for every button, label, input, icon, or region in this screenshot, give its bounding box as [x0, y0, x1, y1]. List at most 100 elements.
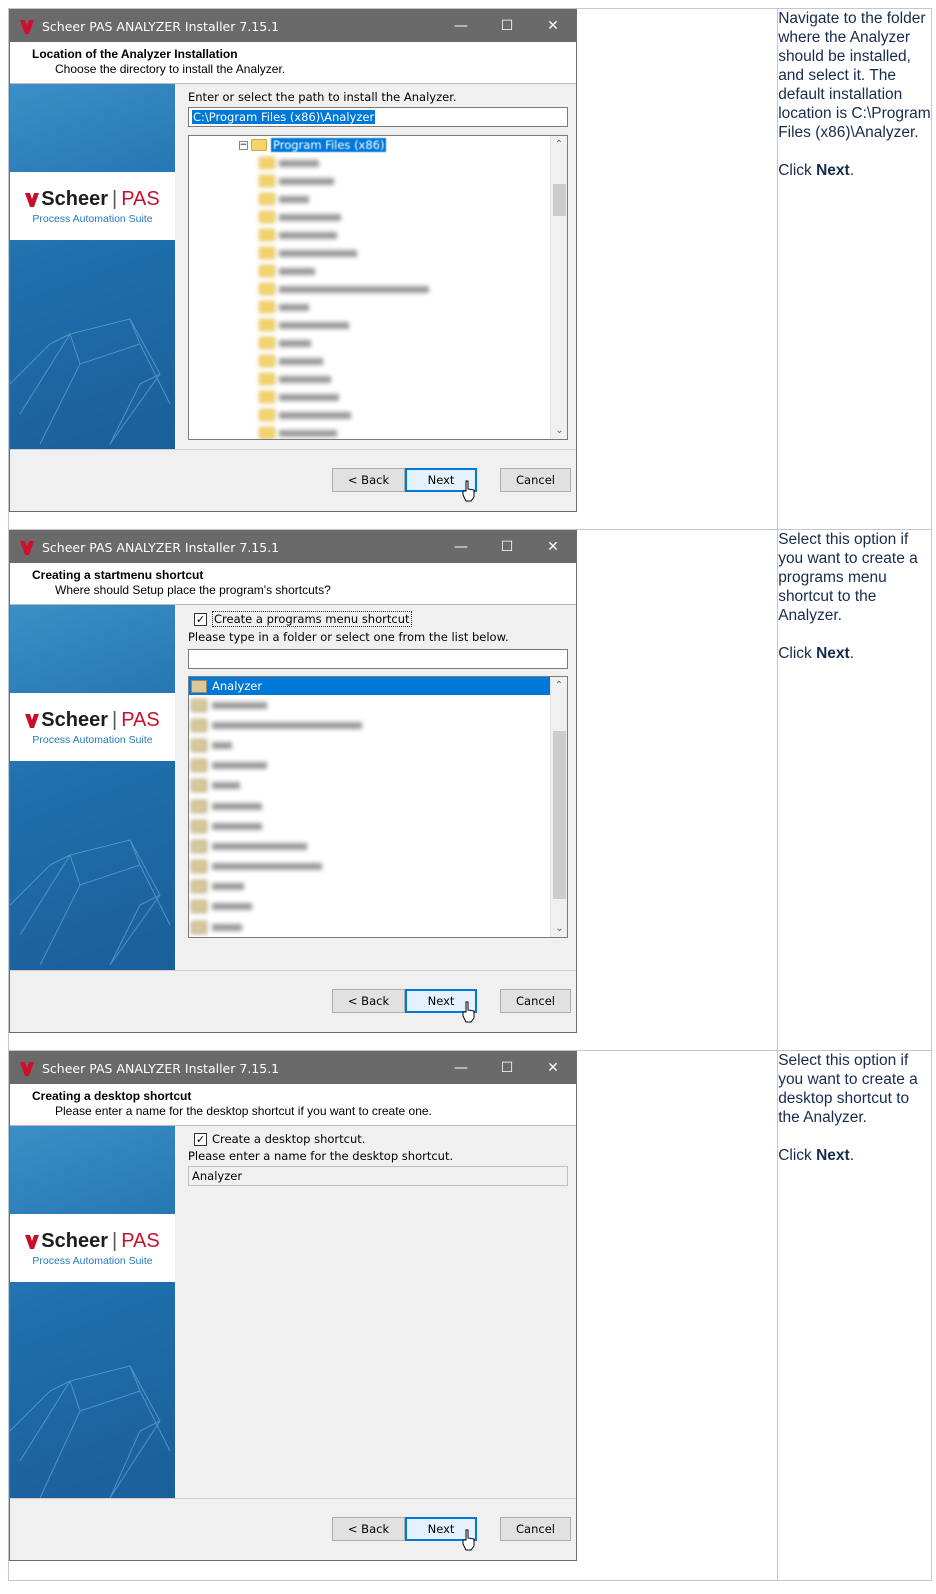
- tree-item-redacted[interactable]: [189, 370, 567, 388]
- scroll-up-icon[interactable]: ⌃: [551, 136, 567, 153]
- folder-input[interactable]: [188, 649, 568, 669]
- vertical-scrollbar[interactable]: ⌃ ⌄: [550, 677, 567, 937]
- tree-item-redacted[interactable]: [189, 226, 567, 244]
- installer-window: Scheer PAS ANALYZER Installer 7.15.1 — ☐…: [9, 9, 577, 512]
- list-item-selected[interactable]: Analyzer: [189, 677, 551, 695]
- body-area: Scheer | PAS Process Automation Suite En…: [10, 84, 576, 449]
- list-item-redacted[interactable]: [189, 735, 567, 755]
- vertical-scrollbar[interactable]: ⌃ ⌄: [550, 136, 567, 439]
- list-item-redacted[interactable]: [189, 917, 567, 937]
- tree-item-redacted[interactable]: [189, 406, 567, 424]
- brand-accent: PAS: [121, 187, 160, 210]
- redacted-bar: [212, 923, 242, 931]
- back-button[interactable]: < Back: [332, 989, 405, 1013]
- tree-item-redacted[interactable]: [189, 154, 567, 172]
- tree-item-redacted[interactable]: [189, 172, 567, 190]
- program-group-icon: [191, 759, 207, 773]
- scroll-down-icon[interactable]: ⌄: [551, 920, 567, 937]
- list-item-redacted[interactable]: [189, 695, 567, 715]
- desktop-shortcut-checkbox-label: Create a desktop shortcut.: [212, 1132, 366, 1146]
- list-item-redacted[interactable]: [189, 756, 567, 776]
- list-item-redacted[interactable]: [189, 897, 567, 917]
- redacted-bar: [279, 393, 339, 401]
- install-path-value: C:\Program Files (x86)\Analyzer: [192, 110, 376, 124]
- back-button[interactable]: < Back: [332, 468, 405, 492]
- redacted-bar: [212, 863, 322, 871]
- list-item-redacted[interactable]: [189, 877, 567, 897]
- programs-menu-checkbox-label: Create a programs menu shortcut: [212, 611, 412, 627]
- list-item-redacted[interactable]: [189, 715, 567, 735]
- tree-item-redacted[interactable]: [189, 424, 567, 439]
- redacted-bar: [279, 321, 349, 329]
- minimize-button[interactable]: —: [438, 531, 484, 563]
- folder-icon: [259, 283, 275, 295]
- scroll-down-icon[interactable]: ⌄: [551, 422, 567, 439]
- page-header: Creating a startmenu shortcut Where shou…: [10, 563, 576, 605]
- desktop-shortcut-checkbox[interactable]: ✓: [194, 1132, 207, 1146]
- close-button[interactable]: ✕: [530, 1052, 576, 1084]
- scheer-logo-icon: [25, 191, 40, 207]
- instruction-click: Click Next.: [778, 162, 854, 179]
- banner-graphic: [10, 839, 171, 966]
- folder-icon: [259, 427, 275, 439]
- scroll-up-icon[interactable]: ⌃: [551, 677, 567, 694]
- tree-item-redacted[interactable]: [189, 262, 567, 280]
- list-item-redacted[interactable]: [189, 857, 567, 877]
- tree-item-redacted[interactable]: [189, 190, 567, 208]
- redacted-bar: [279, 249, 357, 257]
- program-group-icon: [191, 819, 207, 833]
- tree-item-redacted[interactable]: [189, 352, 567, 370]
- program-group-icon: [191, 718, 207, 732]
- desktop-shortcut-checkbox-row[interactable]: ✓ Create a desktop shortcut.: [194, 1132, 572, 1146]
- scroll-thumb[interactable]: [553, 184, 566, 216]
- folder-list[interactable]: Analyzer ⌃ ⌄: [188, 676, 568, 938]
- step-row-3: Scheer PAS ANALYZER Installer 7.15.1 — ☐…: [7, 1050, 932, 1581]
- button-bar: < Back Next Cancel: [10, 1498, 576, 1560]
- minimize-button[interactable]: —: [438, 10, 484, 42]
- close-button[interactable]: ✕: [530, 531, 576, 563]
- minimize-button[interactable]: —: [438, 1052, 484, 1084]
- list-item-redacted[interactable]: [189, 776, 567, 796]
- list-item-redacted[interactable]: [189, 836, 567, 856]
- tree-item-redacted[interactable]: [189, 316, 567, 334]
- brand-logo: Scheer | PAS Process Automation Suite: [10, 172, 175, 240]
- redacted-bar: [212, 701, 267, 709]
- tree-item-redacted[interactable]: [189, 334, 567, 352]
- programs-menu-checkbox-row[interactable]: ✓ Create a programs menu shortcut: [194, 611, 572, 627]
- page-subtitle: Please enter a name for the desktop shor…: [55, 1104, 432, 1118]
- maximize-button[interactable]: ☐: [484, 10, 530, 42]
- redacted-bar: [279, 357, 323, 365]
- instruction-click: Click Next.: [778, 645, 854, 662]
- cancel-button[interactable]: Cancel: [500, 468, 571, 492]
- maximize-button[interactable]: ☐: [484, 531, 530, 563]
- install-path-input[interactable]: C:\Program Files (x86)\Analyzer: [188, 107, 568, 127]
- scroll-thumb[interactable]: [553, 731, 566, 899]
- content-pane: Enter or select the path to install the …: [175, 84, 576, 449]
- tree-root-row[interactable]: − Program Files (x86): [189, 136, 567, 154]
- back-button[interactable]: < Back: [332, 1517, 405, 1541]
- tree-item-redacted[interactable]: [189, 208, 567, 226]
- instruction-cell-2: Select this option if you want to create…: [777, 529, 932, 1051]
- programs-menu-checkbox[interactable]: ✓: [194, 612, 207, 626]
- cancel-button[interactable]: Cancel: [500, 989, 571, 1013]
- program-group-icon: [191, 839, 207, 853]
- program-group-icon: [191, 880, 207, 894]
- tree-item-redacted[interactable]: [189, 244, 567, 262]
- tree-item-redacted[interactable]: [189, 298, 567, 316]
- close-button[interactable]: ✕: [530, 10, 576, 42]
- page-subtitle: Choose the directory to install the Anal…: [55, 62, 286, 76]
- tree-item-redacted[interactable]: [189, 280, 567, 298]
- body-area: Scheer | PAS Process Automation Suite ✓ …: [10, 1126, 576, 1498]
- redacted-bar: [212, 883, 244, 891]
- brand-tagline: Process Automation Suite: [32, 733, 153, 746]
- list-item-redacted[interactable]: [189, 816, 567, 836]
- folder-icon: [259, 319, 275, 331]
- maximize-button[interactable]: ☐: [484, 1052, 530, 1084]
- cancel-button[interactable]: Cancel: [500, 1517, 571, 1541]
- body-area: Scheer | PAS Process Automation Suite ✓ …: [10, 605, 576, 970]
- tree-item-redacted[interactable]: [189, 388, 567, 406]
- shortcut-name-input[interactable]: Analyzer: [188, 1166, 568, 1186]
- list-item-redacted[interactable]: [189, 796, 567, 816]
- title-bar: Scheer PAS ANALYZER Installer 7.15.1 — ☐…: [10, 1052, 576, 1084]
- folder-tree[interactable]: − Program Files (x86) ⌃ ⌄: [188, 135, 568, 440]
